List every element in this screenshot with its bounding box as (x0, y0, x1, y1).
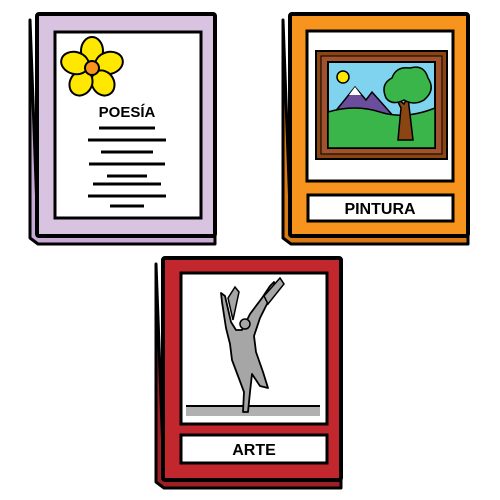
book-arte: ARTE (154, 256, 343, 490)
book-poesia: POESÍA (28, 12, 217, 246)
book-pictograms: POESÍA PINTURA ARTE (28, 12, 470, 490)
book-title: PINTURA (344, 201, 416, 218)
book-pintura: PINTURA (281, 12, 470, 246)
framed-landscape-painting-icon (315, 50, 448, 160)
book-title: POESÍA (99, 104, 156, 121)
book-title: ARTE (232, 442, 276, 459)
